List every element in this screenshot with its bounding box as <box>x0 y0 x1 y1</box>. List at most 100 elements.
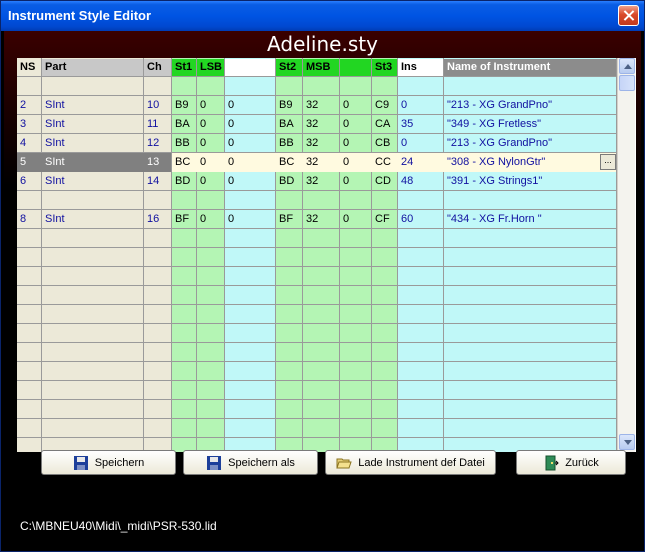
table-row[interactable]: 2 SInt 10 B9 0 0 B9 32 0 C9 0 "213 - XG GrandPno" <box>17 96 616 115</box>
cell-st1[interactable]: BD <box>172 172 196 191</box>
cell-lsb[interactable]: 0 <box>197 172 224 191</box>
cell-st3[interactable]: CD <box>372 172 397 191</box>
cell-st2[interactable]: BD <box>276 172 302 191</box>
header-st2[interactable]: St2 <box>276 59 302 76</box>
save-as-button[interactable]: Speichern als <box>183 450 318 475</box>
cell-lsb[interactable]: 0 <box>197 134 224 153</box>
cell-ins[interactable]: 60 <box>398 210 443 229</box>
table-row[interactable]: 3 SInt 11 BA 0 0 BA 32 0 CA 35 "349 - XG Fretless" <box>17 115 616 134</box>
header-name[interactable]: Name of Instrument <box>444 59 616 76</box>
table-row[interactable]: 5 SInt 13 BC 0 0 BC 32 0 CC 24 "308 - XG NylonGtr".… <box>17 153 616 172</box>
cell-ns[interactable]: 2 <box>17 96 41 115</box>
cell-lsb[interactable]: 0 <box>197 96 224 115</box>
header-v1[interactable] <box>225 59 275 76</box>
scroll-thumb[interactable] <box>619 75 635 91</box>
table-row[interactable]: 4 SInt 12 BB 0 0 BB 32 0 CB 0 "213 - XG GrandPno" <box>17 134 616 153</box>
cell-part[interactable] <box>42 77 143 96</box>
save-button[interactable]: Speichern <box>41 450 176 475</box>
cell-st2[interactable]: BA <box>276 115 302 134</box>
table-row[interactable]: 8 SInt 16 BF 0 0 BF 32 0 CF 60 "434 - XG Fr.Horn " <box>17 210 616 229</box>
cell-v2[interactable]: 0 <box>340 210 371 229</box>
cell-v2[interactable]: 0 <box>340 134 371 153</box>
cell-v2[interactable]: 0 <box>340 153 371 172</box>
cell-st3[interactable]: CB <box>372 134 397 153</box>
cell-ch[interactable]: 13 <box>144 153 171 172</box>
cell-lsb[interactable]: 0 <box>197 210 224 229</box>
cell-st3[interactable]: C9 <box>372 96 397 115</box>
cell-name[interactable]: "213 - XG GrandPno" <box>444 96 616 115</box>
cell-ins[interactable]: 24 <box>398 153 443 172</box>
header-ns[interactable]: NS <box>17 59 41 76</box>
cell-ins[interactable]: 48 <box>398 172 443 191</box>
cell-v1[interactable]: 0 <box>225 153 275 172</box>
cell-ins[interactable] <box>398 77 443 96</box>
cell-st3[interactable]: CC <box>372 153 397 172</box>
cell-v1[interactable]: 0 <box>225 172 275 191</box>
cell-st2[interactable]: BF <box>276 210 302 229</box>
cell-lsb[interactable] <box>197 77 224 96</box>
table-row[interactable]: 6 SInt 14 BD 0 0 BD 32 0 CD 48 "391 - XG Strings1" <box>17 172 616 191</box>
header-ins[interactable]: Ins <box>398 59 443 76</box>
cell-ch[interactable] <box>144 77 171 96</box>
load-instrument-button[interactable]: Lade Instrument def Datei <box>325 450 496 475</box>
cell-part[interactable]: SInt <box>42 115 143 134</box>
cell-st1[interactable] <box>172 77 196 96</box>
cell-st1[interactable]: BF <box>172 210 196 229</box>
cell-v2[interactable]: 0 <box>340 172 371 191</box>
cell-st1[interactable]: BA <box>172 115 196 134</box>
cell-v2[interactable] <box>340 191 371 210</box>
cell-ch[interactable]: 14 <box>144 172 171 191</box>
name-cell-editor[interactable]: ... <box>444 153 616 172</box>
cell-st1[interactable]: B9 <box>172 96 196 115</box>
back-button[interactable]: Zurück <box>516 450 626 475</box>
cell-st3[interactable] <box>372 191 397 210</box>
cell-st2[interactable] <box>276 77 302 96</box>
cell-ch[interactable]: 11 <box>144 115 171 134</box>
ellipsis-button[interactable]: ... <box>600 154 616 170</box>
cell-lsb[interactable]: 0 <box>197 115 224 134</box>
cell-st1[interactable] <box>172 191 196 210</box>
vertical-scrollbar[interactable] <box>617 58 635 452</box>
header-v2[interactable] <box>340 59 371 76</box>
cell-v1[interactable]: 0 <box>225 210 275 229</box>
cell-part[interactable]: SInt <box>42 153 143 172</box>
cell-ch[interactable]: 12 <box>144 134 171 153</box>
cell-ns[interactable]: 8 <box>17 210 41 229</box>
cell-st3[interactable]: CF <box>372 210 397 229</box>
cell-ins[interactable] <box>398 191 443 210</box>
cell-msb[interactable]: 32 <box>303 153 339 172</box>
cell-st2[interactable]: B9 <box>276 96 302 115</box>
cell-v1[interactable]: 0 <box>225 115 275 134</box>
header-ch[interactable]: Ch <box>144 59 171 76</box>
header-st1[interactable]: St1 <box>172 59 196 76</box>
cell-ns[interactable]: 5 <box>17 153 41 172</box>
cell-name[interactable]: "391 - XG Strings1" <box>444 172 616 191</box>
cell-v1[interactable] <box>225 191 275 210</box>
cell-v2[interactable] <box>340 77 371 96</box>
scroll-down-button[interactable] <box>619 434 635 450</box>
cell-ns[interactable]: 6 <box>17 172 41 191</box>
header-lsb[interactable]: LSB <box>197 59 224 76</box>
cell-name[interactable]: "213 - XG GrandPno" <box>444 134 616 153</box>
cell-name[interactable]: "349 - XG Fretless" <box>444 115 616 134</box>
cell-ins[interactable]: 0 <box>398 134 443 153</box>
header-msb[interactable]: MSB <box>303 59 339 76</box>
cell-part[interactable]: SInt <box>42 134 143 153</box>
cell-st1[interactable]: BB <box>172 134 196 153</box>
cell-st3[interactable] <box>372 77 397 96</box>
cell-msb[interactable] <box>303 191 339 210</box>
cell-ns[interactable]: 3 <box>17 115 41 134</box>
cell-lsb[interactable]: 0 <box>197 153 224 172</box>
header-part[interactable]: Part <box>42 59 143 76</box>
cell-name[interactable]: "434 - XG Fr.Horn " <box>444 210 616 229</box>
cell-v1[interactable]: 0 <box>225 134 275 153</box>
cell-msb[interactable]: 32 <box>303 134 339 153</box>
cell-lsb[interactable] <box>197 191 224 210</box>
cell-msb[interactable]: 32 <box>303 172 339 191</box>
cell-msb[interactable]: 32 <box>303 96 339 115</box>
table-row[interactable] <box>17 191 616 210</box>
cell-st2[interactable] <box>276 191 302 210</box>
table-row[interactable] <box>17 77 616 96</box>
cell-part[interactable]: SInt <box>42 172 143 191</box>
cell-st1[interactable]: BC <box>172 153 196 172</box>
